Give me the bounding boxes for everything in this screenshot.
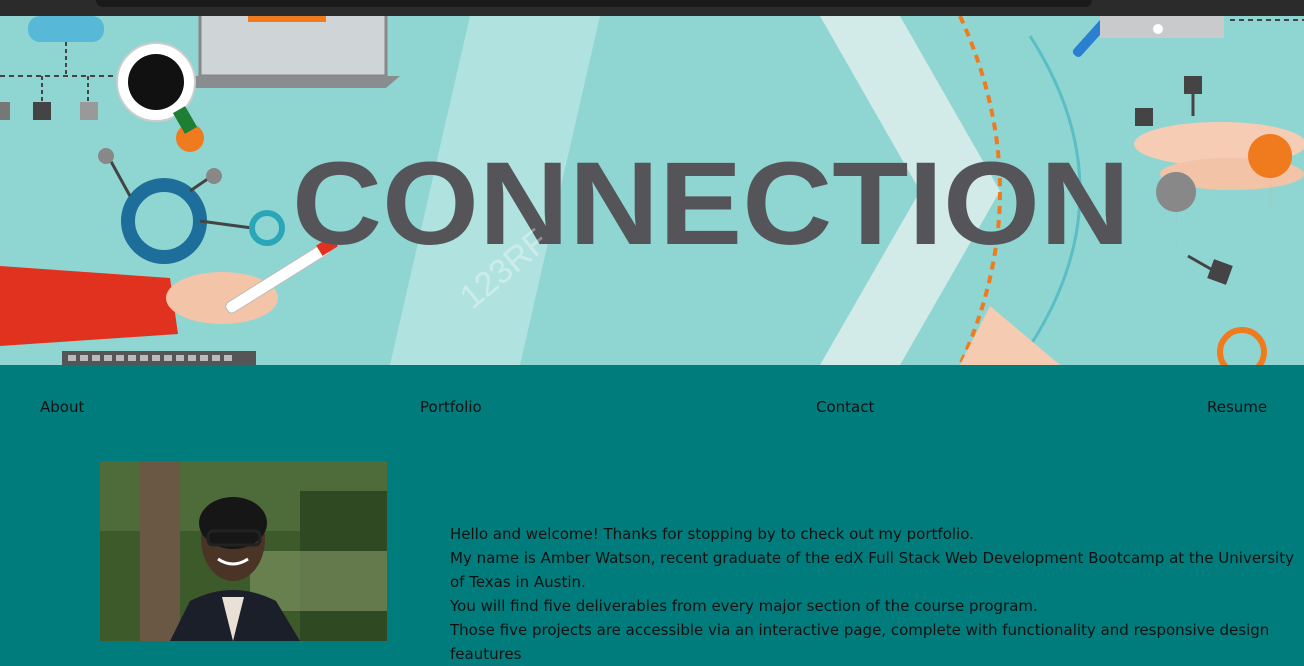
intro-line: Those five projects are accessible via a… [450,621,1270,663]
nav-portfolio-link[interactable]: Portfolio [420,398,482,416]
nav-resume-link[interactable]: Resume [1207,398,1267,416]
hero-illustration: CONNECTION 123RF [0,16,1304,365]
intro-text: Hello and welcome! Thanks for stopping b… [450,522,1302,666]
intro-line: You will find five deliverables from eve… [450,597,1038,615]
nav-about-link[interactable]: About [40,398,84,416]
intro-line: My name is Amber Watson, recent graduate… [450,549,1294,591]
cloud-icon [28,16,104,42]
address-bar[interactable] [96,0,1092,7]
nav-contact-link[interactable]: Contact [816,398,874,416]
hero-banner: CONNECTION 123RF [0,16,1304,365]
laptop-icon [180,16,400,88]
hero-headline: CONNECTION [292,138,1130,270]
intro-line: Hello and welcome! Thanks for stopping b… [450,525,974,543]
browser-top-bar [0,0,1304,16]
profile-photo [100,461,387,641]
main-nav: About Portfolio Contact Resume [0,398,1304,422]
